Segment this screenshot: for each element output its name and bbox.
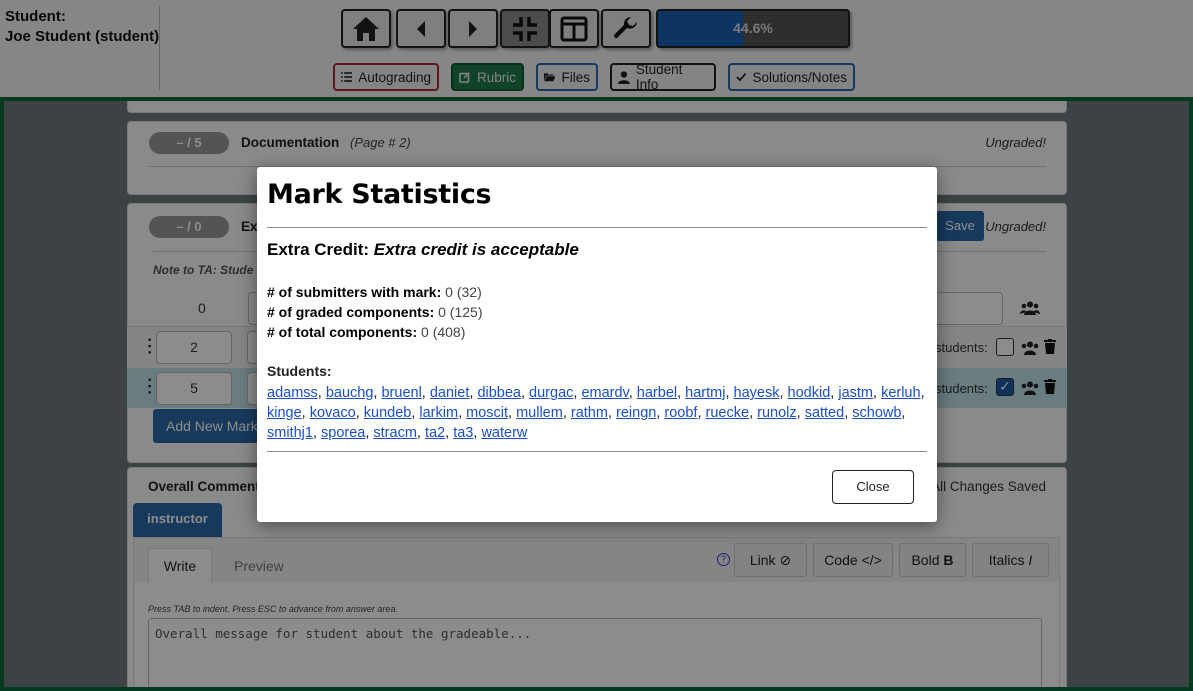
modal-footer-divider <box>267 451 927 452</box>
student-link[interactable]: kinge <box>267 405 302 421</box>
student-link[interactable]: moscit <box>466 405 508 421</box>
submitters-value: 0 (32) <box>445 284 482 300</box>
student-link[interactable]: adamss <box>267 385 318 401</box>
submitters-stat: # of submitters with mark: 0 (32) <box>267 284 482 300</box>
total-stat: # of total components: 0 (408) <box>267 324 465 340</box>
student-link[interactable]: bruenl <box>381 385 421 401</box>
student-link[interactable]: kovaco <box>310 405 356 421</box>
mark-name: Extra credit is acceptable <box>373 240 579 259</box>
modal-title: Mark Statistics <box>267 179 492 210</box>
student-link[interactable]: satted <box>805 405 845 421</box>
student-link[interactable]: ta2 <box>425 425 445 441</box>
student-link[interactable]: sporea <box>321 425 365 441</box>
student-link[interactable]: kundeb <box>364 405 412 421</box>
student-link[interactable]: emardv <box>581 385 628 401</box>
student-link[interactable]: daniet <box>430 385 470 401</box>
submitters-label: # of submitters with mark: <box>267 284 442 300</box>
graded-label: # of graded components: <box>267 304 435 320</box>
mark-statistics-modal: Mark Statistics Extra Credit: Extra cred… <box>257 167 937 522</box>
student-link[interactable]: kerluh <box>881 385 921 401</box>
student-link[interactable]: hartmj <box>685 385 725 401</box>
student-link[interactable]: reingn <box>616 405 656 421</box>
modal-divider <box>267 227 927 228</box>
student-link[interactable]: ruecke <box>706 405 750 421</box>
student-link[interactable]: runolz <box>757 405 797 421</box>
total-label: # of total components: <box>267 324 418 340</box>
student-link[interactable]: ta3 <box>453 425 473 441</box>
graded-stat: # of graded components: 0 (125) <box>267 304 482 320</box>
students-list: adamss, bauchg, bruenl, daniet, dibbea, … <box>267 385 925 441</box>
student-link[interactable]: hayesk <box>734 385 780 401</box>
component-name: Extra Credit: <box>267 240 370 259</box>
student-link[interactable]: hodkid <box>788 385 831 401</box>
student-link[interactable]: stracm <box>373 425 417 441</box>
student-link[interactable]: harbel <box>637 385 677 401</box>
students-heading: Students: <box>267 363 332 379</box>
student-link[interactable]: waterw <box>481 425 527 441</box>
student-link[interactable]: mullem <box>516 405 563 421</box>
student-link[interactable]: durgac <box>529 385 573 401</box>
close-button[interactable]: Close <box>832 470 914 504</box>
total-value: 0 (408) <box>421 324 466 340</box>
student-link[interactable]: dibbea <box>477 385 521 401</box>
student-link[interactable]: larkim <box>419 405 458 421</box>
student-link[interactable]: jastm <box>838 385 873 401</box>
graded-value: 0 (125) <box>438 304 483 320</box>
student-link[interactable]: bauchg <box>326 385 374 401</box>
student-link[interactable]: smithj1 <box>267 425 313 441</box>
mark-heading: Extra Credit: Extra credit is acceptable <box>267 240 579 260</box>
student-link[interactable]: schowb <box>852 405 901 421</box>
student-link[interactable]: roobf <box>664 405 697 421</box>
student-link[interactable]: rathm <box>571 405 608 421</box>
